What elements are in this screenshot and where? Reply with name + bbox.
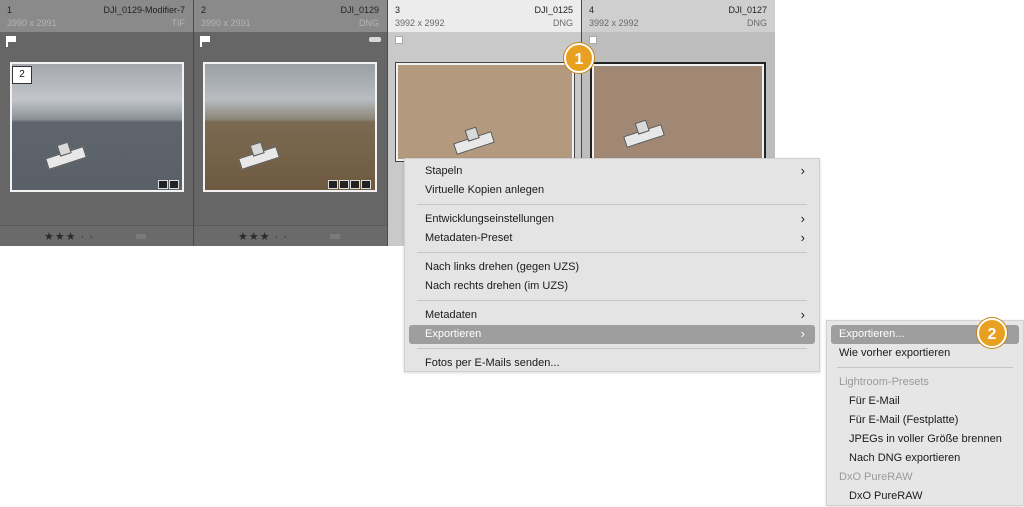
- grid-cell-1[interactable]: 1 DJI_0129-Modifier-7 3990 x 2991 TIF 2 …: [0, 0, 193, 246]
- color-label-chip[interactable]: [136, 234, 146, 239]
- star-rating[interactable]: ★★★ · ·: [44, 230, 94, 243]
- pick-flag-icon[interactable]: [200, 36, 210, 47]
- cell-filename: DJI_0125: [534, 5, 573, 15]
- cell-index: 2: [201, 5, 207, 15]
- thumbnail-frame[interactable]: [203, 62, 377, 192]
- collection-icon: [339, 180, 349, 189]
- submenu-item-fuer-email-festplatte[interactable]: Für E-Mail (Festplatte): [831, 411, 1019, 430]
- menu-item-rotate-right[interactable]: Nach rechts drehen (im UZS): [409, 277, 815, 296]
- menu-separator: [417, 252, 807, 253]
- cell-filename: DJI_0129: [340, 5, 379, 15]
- submenu-separator: [837, 367, 1013, 368]
- develop-icon: [361, 180, 371, 189]
- color-label-chip[interactable]: [330, 234, 340, 239]
- submenu-arrow-icon: ›: [800, 230, 805, 245]
- thumbnail-image: [594, 66, 762, 158]
- stack-count-badge[interactable]: 2: [12, 66, 32, 84]
- context-menu: Stapeln › Virtuelle Kopien anlegen Entwi…: [404, 158, 820, 372]
- crop-icon: [350, 180, 360, 189]
- cell-filename: DJI_0127: [728, 5, 767, 15]
- cell-footer: ★★★ · ·: [0, 225, 193, 246]
- comment-icon: [328, 180, 338, 189]
- cell-index: 1: [7, 5, 13, 15]
- thumbnail-frame[interactable]: [590, 62, 766, 162]
- menu-item-metadaten-preset[interactable]: Metadaten-Preset ›: [409, 229, 815, 248]
- menu-item-entwicklungseinstellungen[interactable]: Entwicklungseinstellungen ›: [409, 210, 815, 229]
- cell-dimensions: 3992 x 2992: [395, 18, 445, 28]
- submenu-arrow-icon: ›: [800, 326, 805, 341]
- thumbnail-frame[interactable]: [10, 62, 184, 192]
- menu-item-label: Metadaten-Preset: [425, 232, 513, 244]
- cell-dimensions: 3992 x 2992: [589, 18, 639, 28]
- submenu-item-dng-exportieren[interactable]: Nach DNG exportieren: [831, 449, 1019, 468]
- cell-footer: ★★★ · ·: [194, 225, 387, 246]
- menu-item-label: Fotos per E-Mails senden...: [425, 357, 560, 369]
- menu-item-label: Entwicklungseinstellungen: [425, 213, 555, 225]
- cell-filetype: TIF: [171, 18, 186, 28]
- boat-shape: [623, 124, 665, 148]
- boat-shape: [45, 146, 87, 170]
- callout-marker-1: 1: [564, 43, 594, 73]
- edited-badge-icon: [369, 37, 381, 42]
- menu-item-rotate-left[interactable]: Nach links drehen (gegen UZS): [409, 258, 815, 277]
- thumbnail-image: [205, 64, 375, 190]
- boat-shape: [238, 146, 280, 170]
- cell-header: 2 DJI_0129 3990 x 2991 DNG: [194, 0, 387, 32]
- cell-header: 1 DJI_0129-Modifier-7 3990 x 2991 TIF: [0, 0, 193, 32]
- menu-item-stapeln[interactable]: Stapeln ›: [409, 162, 815, 181]
- thumbnail-image: [12, 64, 182, 190]
- menu-separator: [417, 300, 807, 301]
- menu-item-virtuelle-kopien[interactable]: Virtuelle Kopien anlegen: [409, 181, 815, 200]
- menu-item-email[interactable]: Fotos per E-Mails senden...: [409, 354, 815, 373]
- menu-item-exportieren[interactable]: Exportieren ›: [409, 325, 815, 344]
- cell-filename: DJI_0129-Modifier-7: [103, 5, 185, 15]
- thumbnail-frame[interactable]: [395, 62, 575, 162]
- menu-separator: [417, 348, 807, 349]
- menu-item-label: Virtuelle Kopien anlegen: [425, 184, 545, 196]
- menu-item-label: Exportieren: [425, 328, 482, 340]
- collection-icon: [169, 180, 179, 189]
- submenu-arrow-icon: ›: [800, 307, 805, 322]
- thumbnail-image: [398, 65, 572, 159]
- unflagged-icon[interactable]: [395, 36, 403, 44]
- cell-filetype: DNG: [359, 18, 379, 28]
- menu-item-label: Metadaten: [425, 309, 477, 321]
- cell-header: 3 DJI_0125 3992 x 2992 DNG: [388, 0, 581, 32]
- boat-shape: [453, 131, 495, 155]
- submenu-item-jpegs-brennen[interactable]: JPEGs in voller Größe brennen: [831, 430, 1019, 449]
- unflagged-icon[interactable]: [589, 36, 597, 44]
- submenu-header-dxo: DxO PureRAW: [839, 471, 913, 483]
- cell-dimensions: 3990 x 2991: [201, 18, 251, 28]
- cell-filetype: DNG: [747, 18, 767, 28]
- thumbnail-badges: [158, 180, 179, 189]
- pick-flag-icon[interactable]: [6, 36, 16, 47]
- cell-index: 4: [589, 5, 595, 15]
- submenu-arrow-icon: ›: [800, 163, 805, 178]
- cell-index: 3: [395, 5, 401, 15]
- submenu-item-dxo-pureraw[interactable]: DxO PureRAW: [831, 487, 1019, 506]
- callout-marker-2: 2: [977, 318, 1007, 348]
- menu-item-metadaten[interactable]: Metadaten ›: [409, 306, 815, 325]
- export-submenu: Exportieren... Wie vorher exportieren Li…: [826, 320, 1024, 506]
- thumbnail-badges: [328, 180, 371, 189]
- submenu-header-lightroom-presets: Lightroom-Presets: [839, 376, 929, 388]
- cell-filetype: DNG: [553, 18, 573, 28]
- cell-dimensions: 3990 x 2991: [7, 18, 57, 28]
- comment-icon: [158, 180, 168, 189]
- cell-header: 4 DJI_0127 3992 x 2992 DNG: [582, 0, 775, 32]
- menu-item-label: Stapeln: [425, 165, 463, 177]
- submenu-item-fuer-email[interactable]: Für E-Mail: [831, 392, 1019, 411]
- menu-item-label: Nach rechts drehen (im UZS): [425, 280, 569, 292]
- star-rating[interactable]: ★★★ · ·: [238, 230, 288, 243]
- submenu-arrow-icon: ›: [800, 211, 805, 226]
- menu-item-label: Nach links drehen (gegen UZS): [425, 261, 580, 273]
- grid-cell-2[interactable]: 2 DJI_0129 3990 x 2991 DNG ★★★ · ·: [194, 0, 387, 246]
- menu-separator: [417, 204, 807, 205]
